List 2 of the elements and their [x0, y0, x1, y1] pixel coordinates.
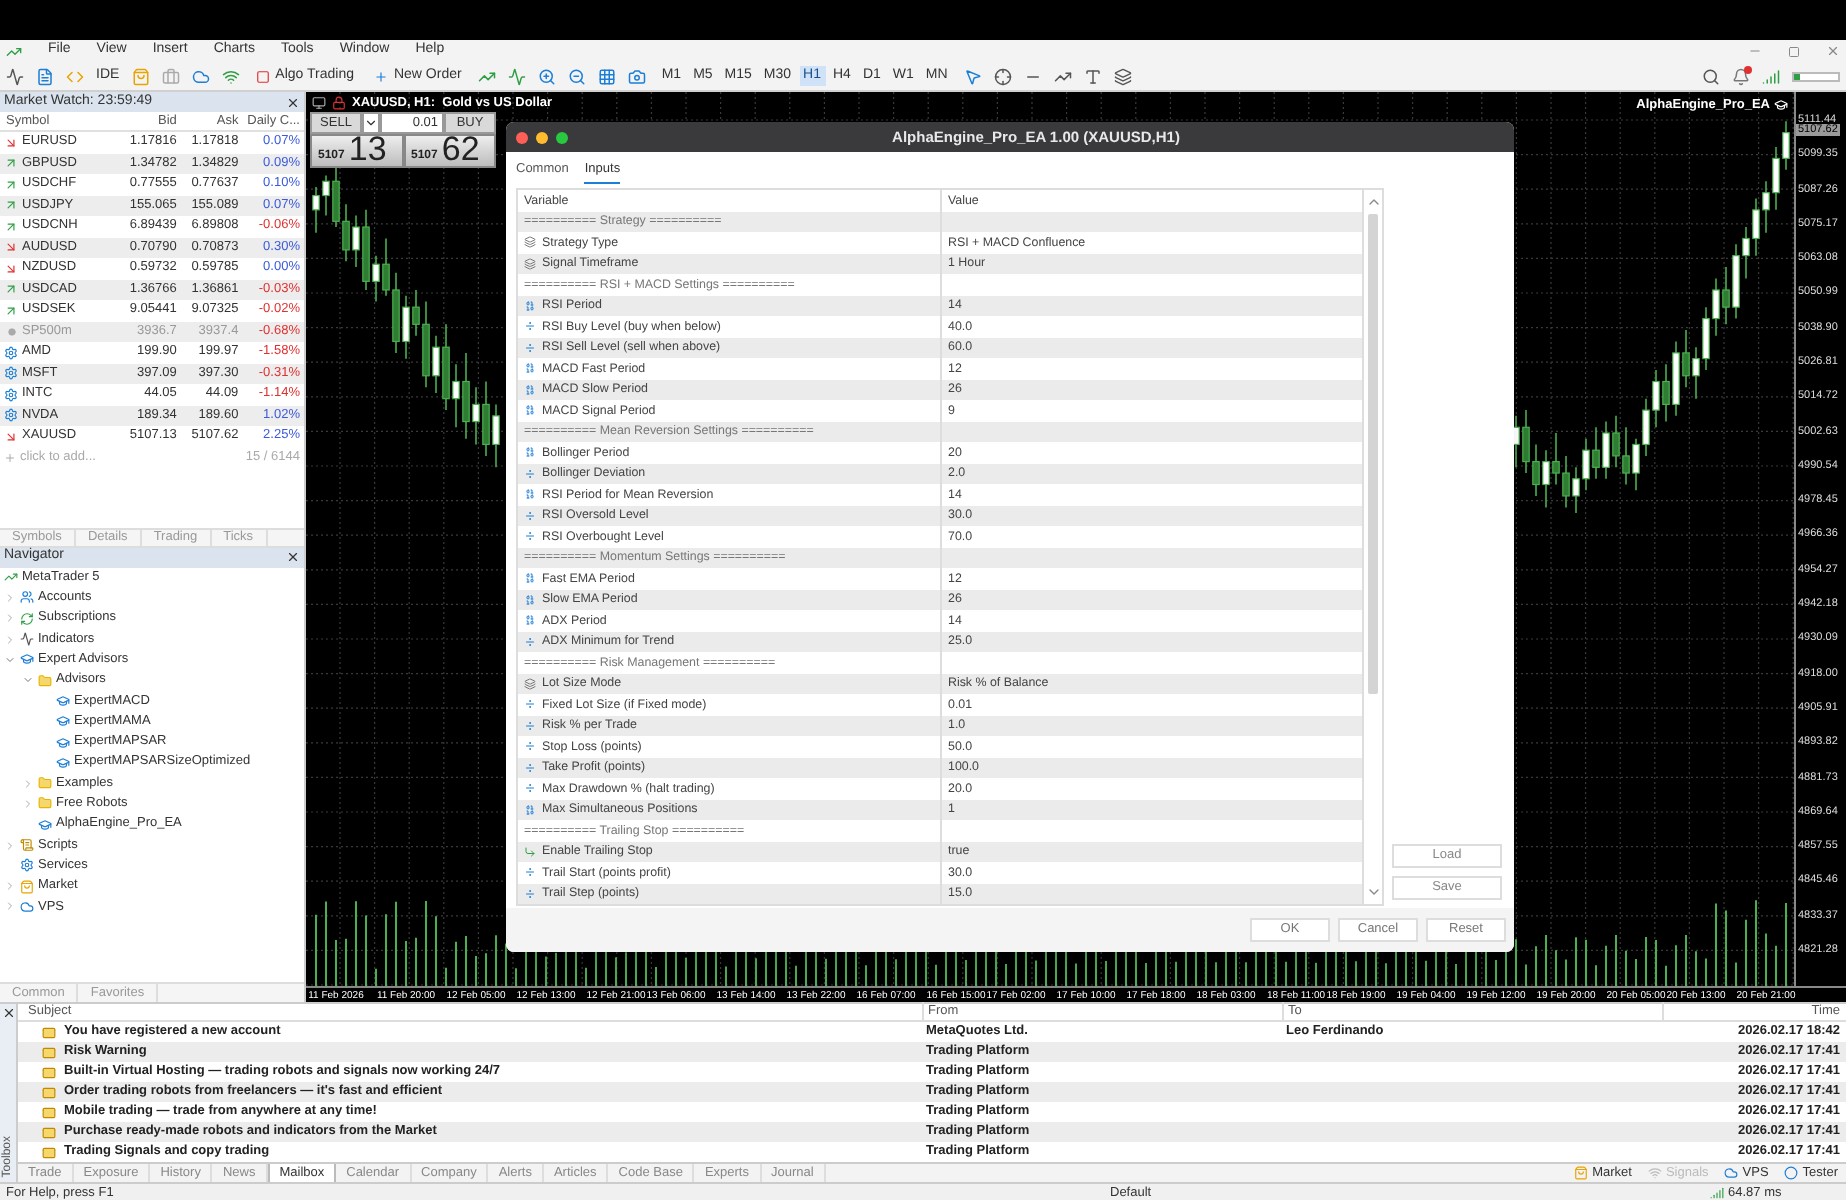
price-digits: 13 [348, 132, 387, 166]
price-digits: 62 [441, 132, 480, 166]
